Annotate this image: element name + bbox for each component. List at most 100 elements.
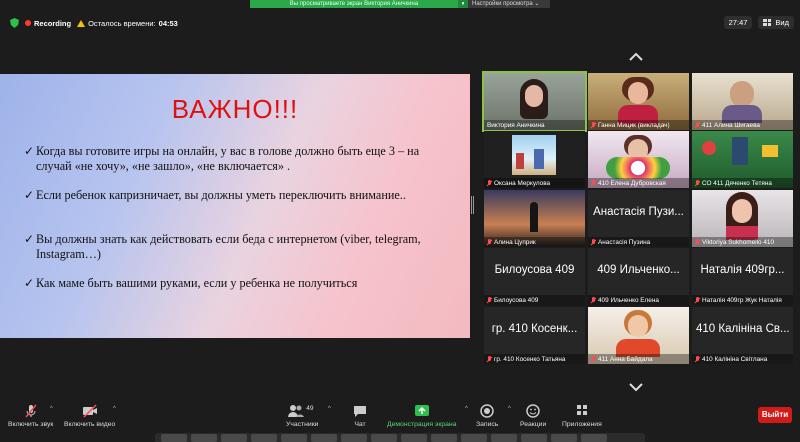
participant-tile[interactable]: Оксана Меркулова — [484, 131, 585, 188]
view-button[interactable]: Вид — [758, 16, 794, 29]
dock-app-icon[interactable] — [221, 434, 247, 442]
share-options-caret-icon[interactable]: ^ — [465, 406, 468, 412]
dock-app-icon[interactable] — [521, 434, 547, 442]
checkmark-icon: ✓ — [24, 232, 35, 246]
participant-tile[interactable]: 411 Анна Байдала — [588, 307, 689, 364]
participant-tile[interactable]: гр. 410 Косенк... гр. 410 Косенко Татьяна — [484, 307, 585, 364]
muted-mic-icon — [591, 296, 596, 304]
meeting-timer: 27:47 — [723, 16, 753, 29]
participant-name-bar: 411 Алина Шигаева — [692, 120, 793, 130]
dock-app-icon[interactable] — [161, 434, 187, 442]
participant-name-bar: Алина Цуприк — [484, 237, 585, 247]
dock-app-icon[interactable] — [311, 434, 337, 442]
dock-app-icon[interactable] — [581, 434, 607, 442]
participant-name: 411 Алина Шигаева — [702, 121, 760, 129]
participant-tile[interactable]: Алина Цуприк — [484, 190, 585, 247]
participant-name-bar: 410 Калініна Світлана — [692, 354, 793, 364]
participant-name-bar: Оксана Меркулова — [484, 178, 585, 188]
participant-name-bar: Viktoriya Sukhomeilo 410 — [692, 237, 793, 247]
participant-tile[interactable]: 410 Калініна Св... 410 Калініна Світлана — [692, 307, 793, 364]
security-shield-icon[interactable] — [10, 18, 19, 28]
screen-share-banner: Вы просматриваете экран Виктория Аничкин… — [250, 0, 550, 8]
audio-options-caret-icon[interactable]: ^ — [50, 406, 53, 412]
participant-tile[interactable]: СО 411 Дяченко Тетяна — [692, 131, 793, 188]
dock-app-icon[interactable] — [341, 434, 367, 442]
start-video-button[interactable]: Включить видео — [64, 404, 115, 428]
participant-name: 409 Ильченко Елена — [598, 296, 659, 304]
slide-bullet: ✓ Вы должны знать как действовать если бе… — [24, 232, 436, 262]
chevron-up-icon[interactable] — [628, 52, 644, 62]
video-options-caret-icon[interactable]: ^ — [113, 406, 116, 412]
participant-tile[interactable]: Ганна Мицик (викладач) — [588, 73, 689, 130]
record-icon — [480, 404, 494, 418]
participant-tile[interactable]: Виктория Аничкина — [482, 71, 587, 132]
dock-app-icon[interactable] — [371, 434, 397, 442]
dock-app-icon[interactable] — [251, 434, 277, 442]
pause-icon[interactable]: ⏸ — [458, 0, 468, 8]
share-screen-icon — [414, 405, 429, 416]
recording-indicator[interactable]: Recording — [25, 19, 71, 28]
chevron-down-icon[interactable] — [628, 382, 644, 392]
checkmark-icon: ✓ — [24, 144, 35, 158]
participants-count: 49 — [306, 405, 314, 412]
participant-display-name: гр. 410 Косенк... — [491, 323, 578, 335]
slide-bullet: ✓ Как маме быть вашими руками, если у реб… — [24, 276, 436, 291]
participant-tile[interactable]: Viktoriya Sukhomeilo 410 — [692, 190, 793, 247]
share-screen-button[interactable]: Демонстрация экрана — [387, 404, 456, 428]
participant-name-bar: СО 411 Дяченко Тетяна — [692, 178, 793, 188]
zoom-window: { "banner": { "sharing_text": "Вы просма… — [0, 0, 800, 442]
participant-tile[interactable]: 409 Ильченко... 409 Ильченко Елена — [588, 248, 689, 305]
dock-app-icon[interactable] — [551, 434, 577, 442]
participant-name-bar: 410 Елена Дубровская — [588, 178, 689, 188]
camera-off-icon — [82, 404, 97, 418]
record-options-caret-icon[interactable]: ^ — [508, 406, 511, 412]
participant-name: СО 411 Дяченко Тетяна — [702, 179, 772, 187]
muted-mic-icon — [591, 121, 596, 129]
participant-tile[interactable]: 410 Елена Дубровская — [588, 131, 689, 188]
dock-app-icon[interactable] — [491, 434, 517, 442]
top-right-controls: 27:47 Вид — [723, 16, 794, 29]
dock-app-icon[interactable] — [401, 434, 427, 442]
chat-label: Чат — [354, 421, 366, 428]
dock-app-icon[interactable] — [461, 434, 487, 442]
dock-app-icon[interactable] — [281, 434, 307, 442]
grid-view-icon — [763, 19, 772, 26]
macos-dock — [155, 433, 645, 442]
unmute-label: Включить звук — [8, 421, 54, 428]
view-settings-button[interactable]: Настройки просмотра ⌄ — [468, 0, 550, 8]
participant-name: Ганна Мицик (викладач) — [598, 121, 670, 129]
leave-meeting-button[interactable]: Выйти — [758, 407, 792, 423]
chat-button[interactable]: Чат — [352, 404, 368, 428]
resize-handle[interactable] — [471, 196, 474, 214]
participant-display-name: Наталія 409гр... — [700, 264, 785, 276]
participant-display-name: 410 Калініна Св... — [696, 323, 790, 335]
participants-button[interactable]: 49 Участники — [286, 404, 318, 428]
checkmark-icon: ✓ — [24, 276, 35, 290]
participant-name: Виктория Аничкина — [487, 121, 545, 129]
participant-tile[interactable]: Билоусова 409 Билоусова 409 — [484, 248, 585, 305]
participant-name-bar: Виктория Аничкина — [484, 120, 585, 130]
participant-name-bar: Анастасія Пузина — [588, 237, 689, 247]
participant-tile[interactable]: Анастасія Пузи... Анастасія Пузина — [588, 190, 689, 247]
participants-caret-icon[interactable]: ^ — [328, 406, 331, 412]
sharing-text: Вы просматриваете экран Виктория Аничкин… — [250, 0, 458, 8]
record-label: Запись — [476, 421, 499, 428]
muted-mic-icon — [487, 296, 492, 304]
dock-app-icon[interactable] — [431, 434, 457, 442]
muted-mic-icon — [695, 238, 700, 246]
participant-tile[interactable]: Наталія 409гр... Наталія 409гр Жук Наталі… — [692, 248, 793, 305]
view-settings-label: Настройки просмотра — [472, 1, 533, 7]
record-button[interactable]: Запись — [476, 404, 498, 428]
participant-display-name: Билоусова 409 — [494, 264, 575, 276]
participant-name: 410 Елена Дубровская — [598, 179, 666, 187]
reactions-button[interactable]: Реакции — [520, 404, 546, 428]
participant-name: Анастасія Пузина — [598, 238, 651, 246]
participant-name: Билоусова 409 — [494, 296, 539, 304]
participant-display-name: 409 Ильченко... — [597, 264, 680, 276]
dock-app-icon[interactable] — [191, 434, 217, 442]
muted-mic-icon — [487, 179, 492, 187]
shared-screen-slide: ВАЖНО!!! ✓ Когда вы готовите игры на онла… — [0, 74, 470, 338]
apps-button[interactable]: Приложения — [562, 404, 602, 428]
unmute-button[interactable]: Включить звук — [8, 404, 53, 428]
participant-tile[interactable]: 411 Алина Шигаева — [692, 73, 793, 130]
